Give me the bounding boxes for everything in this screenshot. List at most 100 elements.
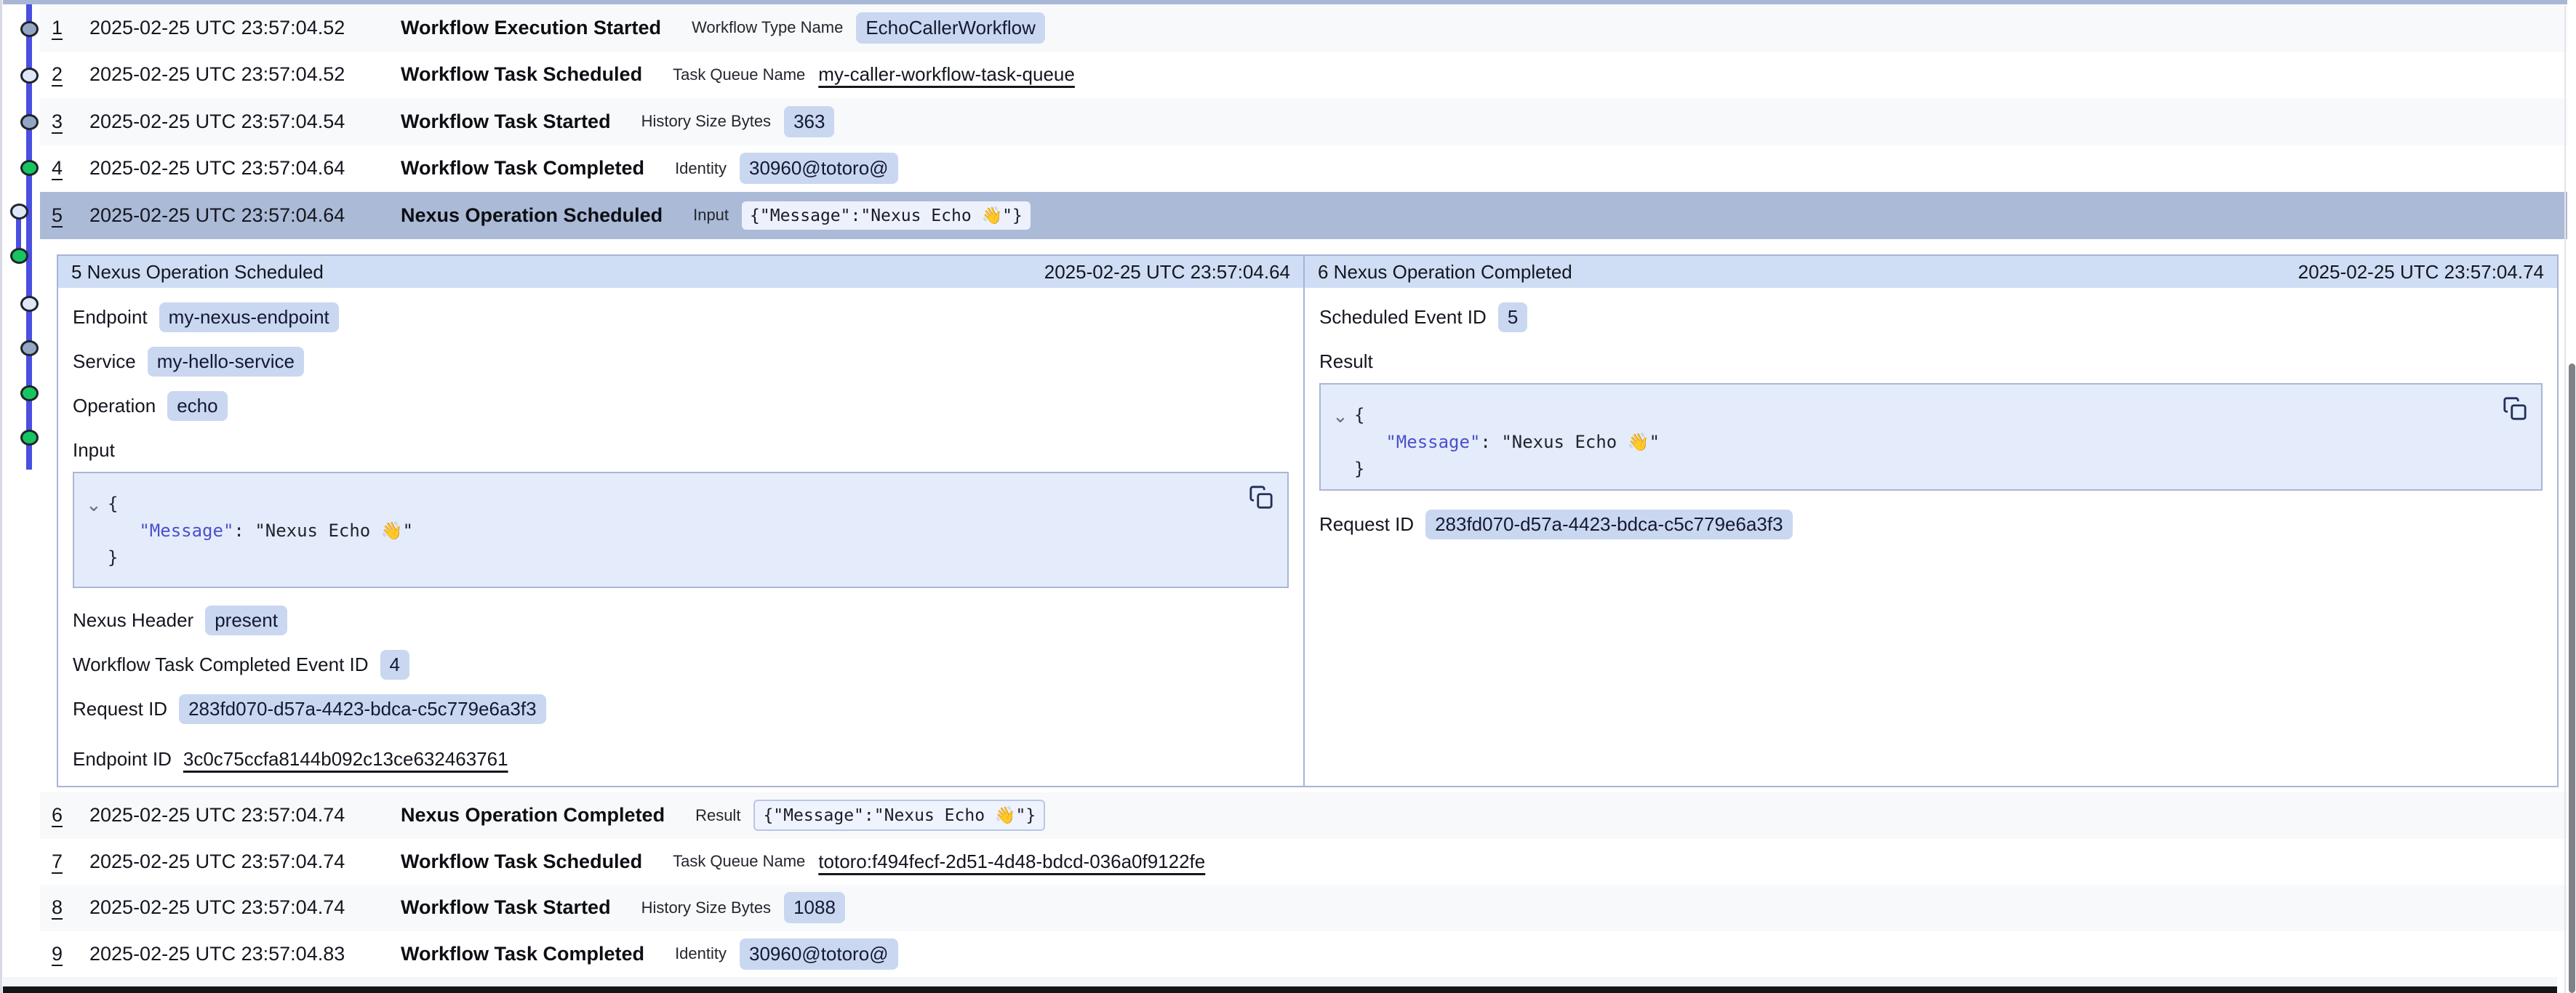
event-payload-preview: {"Message":"Nexus Echo 👋"} [753,800,1045,831]
event-timestamp: 2025-02-25 UTC 23:57:04.74 [89,896,401,919]
event-node-started[interactable] [20,21,39,37]
event-row[interactable]: 4 2025-02-25 UTC 23:57:04.64 Workflow Ta… [40,145,2567,193]
event-row[interactable]: 7 2025-02-25 UTC 23:57:04.74 Workflow Ta… [40,839,2567,885]
event-detail-value-badge: 30960@totoro@ [740,153,898,184]
event-detail-label: Workflow Type Name [692,18,843,37]
field-label: Workflow Task Completed Event ID [73,654,369,676]
event-timestamp: 2025-02-25 UTC 23:57:04.74 [89,851,401,873]
copy-button[interactable] [1247,483,1276,512]
copy-button[interactable] [2500,395,2529,424]
collapse-chevron-icon[interactable]: ⌄ [1332,405,1348,427]
panel-nexus-operation-completed: 6 Nexus Operation Completed 2025-02-25 U… [1305,256,2557,786]
field-row: Scheduled Event ID 5 [1319,302,1527,332]
event-type: Workflow Execution Started [401,17,661,39]
field-row: Endpoint my-nexus-endpoint [73,302,339,332]
event-id-link[interactable]: 5 [52,204,89,227]
panel-timestamp: 2025-02-25 UTC 23:57:04.74 [2298,261,2544,284]
event-row-selected[interactable]: 5 2025-02-25 UTC 23:57:04.64 Nexus Opera… [40,192,2567,239]
event-id-link[interactable]: 1 [52,17,89,39]
event-type: Workflow Task Started [401,110,611,133]
event-id-link[interactable]: 8 [52,896,89,919]
field-row: Request ID 283fd070-d57a-4423-bdca-c5c77… [73,694,546,724]
field-label: Scheduled Event ID [1319,306,1487,329]
event-detail-label: Task Queue Name [673,852,805,871]
event-id-link[interactable]: 4 [52,157,89,180]
event-row[interactable]: 2 2025-02-25 UTC 23:57:04.52 Workflow Ta… [40,52,2567,99]
field-value-badge: 5 [1498,302,1527,332]
event-node-scheduled[interactable] [20,68,39,84]
event-detail-label: Identity [675,944,727,963]
field-label: Request ID [1319,513,1414,536]
event-node-nexus-scheduled[interactable] [10,204,28,220]
left-border [0,0,2,993]
event-timestamp: 2025-02-25 UTC 23:57:04.52 [89,63,401,86]
event-node-nexus-completed[interactable] [10,248,28,264]
copy-icon [2503,396,2527,421]
event-detail-label: Task Queue Name [673,65,805,84]
field-label: Request ID [73,698,167,720]
field-label: Operation [73,395,156,417]
panel-title: 5 Nexus Operation Scheduled [71,261,324,284]
field-value-badge: 283fd070-d57a-4423-bdca-c5c779e6a3f3 [179,694,546,724]
event-row[interactable]: 8 2025-02-25 UTC 23:57:04.74 Workflow Ta… [40,885,2567,931]
event-detail-value-badge: 30960@totoro@ [740,938,898,970]
result-section-label: Result [1319,347,1373,376]
field-label: Service [73,350,136,373]
event-row[interactable]: 9 2025-02-25 UTC 23:57:04.83 Workflow Ta… [40,931,2567,978]
panel-title: 6 Nexus Operation Completed [1318,261,1572,284]
event-timestamp: 2025-02-25 UTC 23:57:04.64 [89,157,401,180]
event-timestamp: 2025-02-25 UTC 23:57:04.52 [89,17,401,39]
event-node-scheduled[interactable] [20,296,39,312]
event-id-link[interactable]: 2 [52,63,89,86]
input-section-label: Input [73,435,115,465]
field-label: Endpoint [73,306,148,329]
field-row: Request ID 283fd070-d57a-4423-bdca-c5c77… [1319,510,1793,539]
event-timestamp: 2025-02-25 UTC 23:57:04.74 [89,804,401,827]
payload-json-viewer: ⌄ { "Message": "Nexus Echo 👋" } [73,472,1289,588]
task-queue-link[interactable]: totoro:f494fecf-2d51-4d48-bdcd-036a0f912… [818,851,1205,873]
panel-timestamp: 2025-02-25 UTC 23:57:04.64 [1044,261,1290,284]
event-node-completed[interactable] [20,430,39,446]
scrollbar-thumb[interactable] [2569,363,2575,993]
next-section-edge [3,986,2557,993]
event-node-completed[interactable] [20,385,39,401]
field-value-badge: echo [167,391,227,421]
event-row[interactable]: 3 2025-02-25 UTC 23:57:04.54 Workflow Ta… [40,98,2567,145]
event-id-link[interactable]: 6 [52,804,89,827]
event-id-link[interactable]: 7 [52,851,89,873]
task-queue-link[interactable]: my-caller-workflow-task-queue [818,63,1075,86]
event-payload-preview: {"Message":"Nexus Echo 👋"} [742,201,1031,230]
event-row[interactable]: 1 2025-02-25 UTC 23:57:04.52 Workflow Ex… [40,4,2567,52]
scrollbar-track[interactable] [2564,6,2566,993]
workflow-history-view: 1 2025-02-25 UTC 23:57:04.52 Workflow Ex… [0,0,2576,993]
field-value-badge: my-nexus-endpoint [159,302,339,332]
event-detail-panels: 5 Nexus Operation Scheduled 2025-02-25 U… [57,254,2559,787]
event-type: Workflow Task Scheduled [401,851,642,873]
event-type: Nexus Operation Scheduled [401,204,663,227]
collapse-chevron-icon[interactable]: ⌄ [86,494,102,516]
event-detail-value-badge: 1088 [784,892,845,923]
panel-nexus-operation-scheduled: 5 Nexus Operation Scheduled 2025-02-25 U… [58,256,1303,786]
event-type: Nexus Operation Completed [401,804,665,827]
panel-body: Scheduled Event ID 5 Result ⌄ { "Message… [1305,288,2557,548]
event-detail-label: Result [695,806,740,825]
field-value-badge: 4 [380,650,409,680]
field-value-badge: my-hello-service [148,347,304,377]
event-detail-label: History Size Bytes [641,112,772,131]
panel-body: Endpoint my-nexus-endpoint Service my-he… [58,288,1303,782]
event-type: Workflow Task Scheduled [401,63,642,86]
panel-header: 6 Nexus Operation Completed 2025-02-25 U… [1305,256,2557,288]
event-timestamp: 2025-02-25 UTC 23:57:04.83 [89,943,401,965]
event-detail-label: Input [693,206,729,225]
event-node-completed[interactable] [20,160,39,176]
endpoint-id-link[interactable]: 3c0c75ccfa8144b092c13ce632463761 [183,748,508,771]
payload-json-viewer: ⌄ { "Message": "Nexus Echo 👋" } [1319,383,2543,491]
event-id-link[interactable]: 3 [52,110,89,133]
event-timestamp: 2025-02-25 UTC 23:57:04.64 [89,204,401,227]
field-row: Nexus Header present [73,606,287,635]
event-node-started[interactable] [20,114,39,130]
event-row[interactable]: 6 2025-02-25 UTC 23:57:04.74 Nexus Opera… [40,792,2567,839]
event-id-link[interactable]: 9 [52,943,89,965]
event-node-started[interactable] [20,340,39,356]
event-detail-label: History Size Bytes [641,898,772,917]
